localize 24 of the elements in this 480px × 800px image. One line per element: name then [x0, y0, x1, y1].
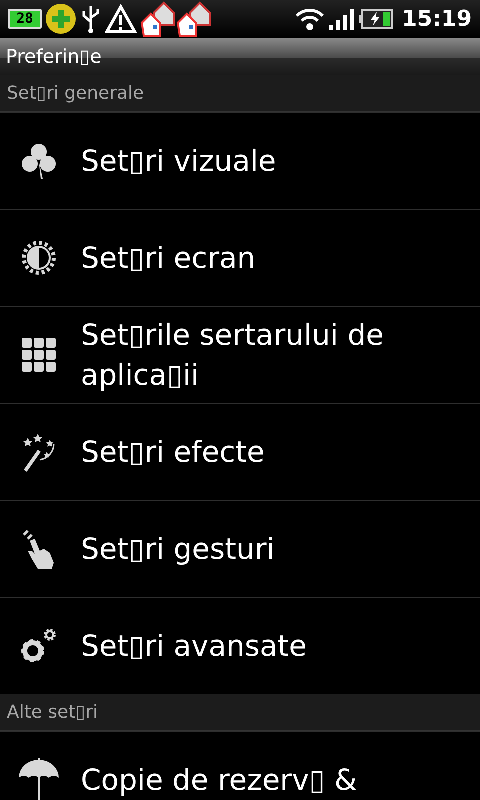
brightness-icon — [20, 240, 56, 276]
umbrella-icon — [18, 758, 60, 800]
hand-gesture-icon — [22, 529, 56, 569]
setting-label[interactable]: Set▯ri efecte — [81, 426, 275, 478]
setting-label[interactable]: Set▯ri ecran — [81, 232, 266, 284]
gears-icon — [20, 628, 58, 664]
usb-icon — [80, 4, 102, 34]
setting-label[interactable]: Set▯rile sertarului de aplica▯ii — [81, 309, 480, 401]
plus-circle-icon — [45, 3, 77, 35]
screen-title: Preferin▯e — [0, 38, 480, 75]
signal-icon — [328, 7, 356, 31]
setting-label[interactable]: Set▯ri vizuale — [81, 135, 286, 187]
houses-icon — [140, 1, 212, 37]
battery-charging-icon — [358, 9, 393, 29]
setting-label[interactable]: Copie de rezerv▯ & — [81, 754, 368, 800]
battery-level-badge: 28 — [8, 9, 42, 29]
setting-label[interactable]: Set▯ri avansate — [81, 620, 317, 672]
grid-icon — [22, 338, 56, 372]
wifi-icon — [294, 6, 325, 32]
setting-label[interactable]: Set▯ri gesturi — [81, 523, 285, 575]
section-header: Set▯ri generale — [0, 75, 480, 112]
clock-time: 15:19 — [402, 6, 472, 32]
section-header: Alte set▯ri — [0, 694, 480, 731]
warning-icon — [105, 4, 137, 34]
